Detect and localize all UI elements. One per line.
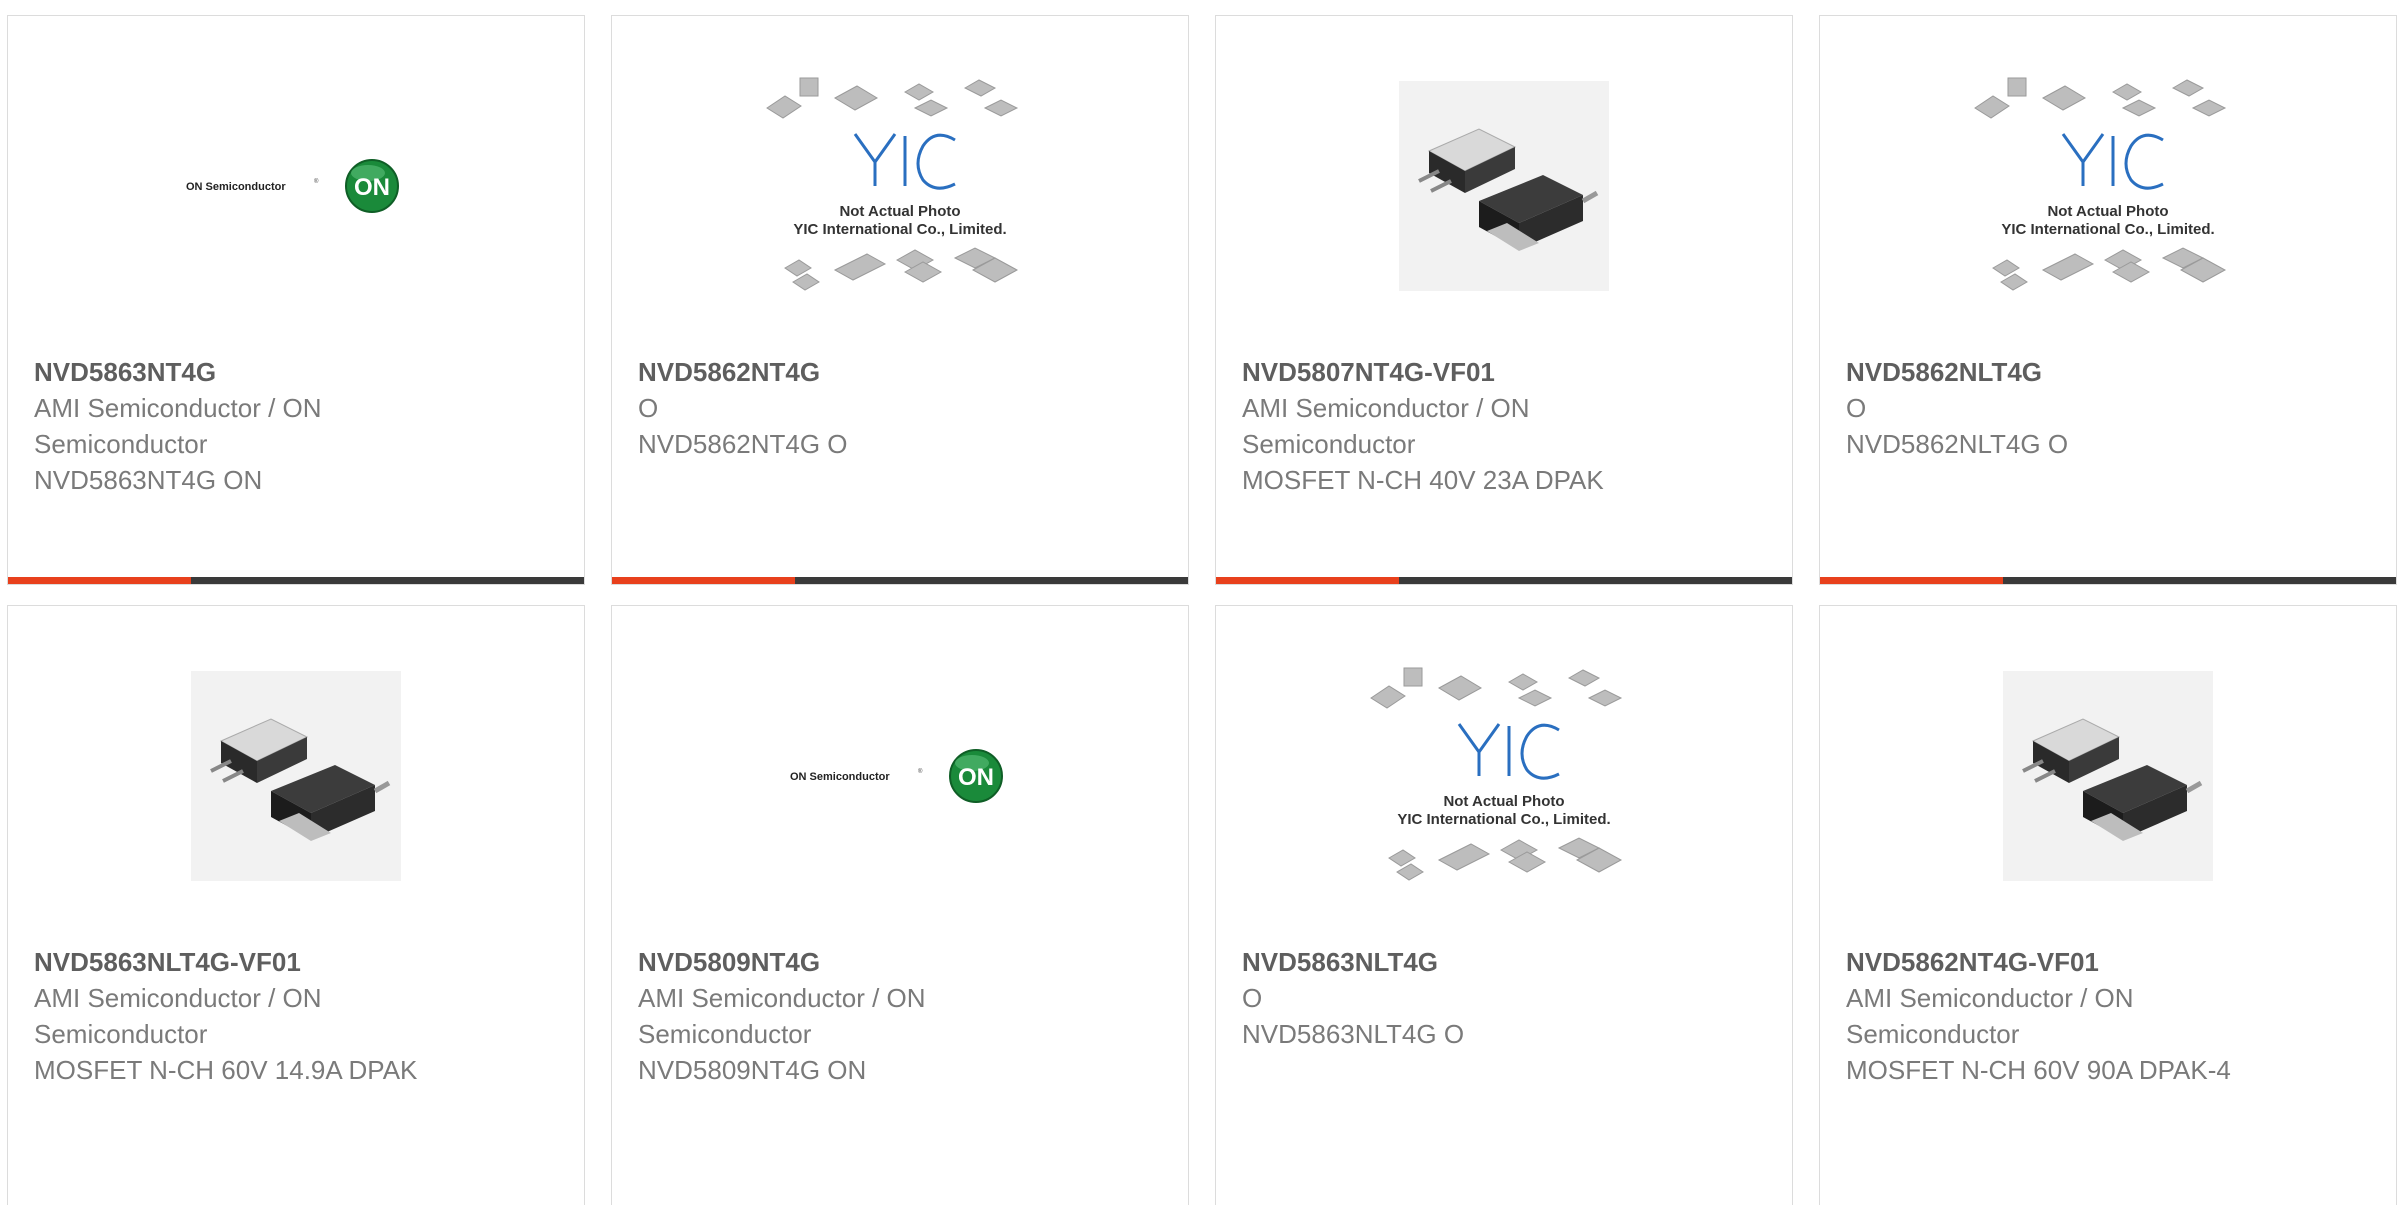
manufacturer: AMI Semiconductor / ON Semiconductor <box>1242 393 1530 459</box>
svg-text:ON: ON <box>958 764 994 791</box>
product-info: NVD5809NT4G AMI Semiconductor / ON Semic… <box>638 944 1168 1088</box>
on-semiconductor-logo: ON Semiconductor ® ON <box>186 159 399 213</box>
product-image[interactable]: Not Actual Photo YIC International Co., … <box>1820 16 2396 356</box>
description: NVD5862NT4G O <box>638 429 848 459</box>
manufacturer: AMI Semiconductor / ON Semiconductor <box>34 983 322 1049</box>
product-info: NVD5862NLT4G O NVD5862NLT4G O <box>1846 354 2376 462</box>
product-image[interactable]: Not Actual Photo YIC International Co., … <box>612 16 1188 356</box>
svg-text:Not Actual Photo: Not Actual Photo <box>1443 793 1564 810</box>
product-image[interactable]: Not Actual Photo YIC International Co., … <box>1216 606 1792 946</box>
part-number[interactable]: NVD5807NT4G-VF01 <box>1242 354 1772 390</box>
product-image[interactable]: ON Semiconductor ® ON <box>8 16 584 356</box>
manufacturer: O <box>1242 983 1263 1013</box>
svg-text:ON Semiconductor: ON Semiconductor <box>790 771 890 783</box>
description: NVD5863NT4G ON <box>34 465 263 495</box>
product-card[interactable]: NVD5862NT4G-VF01 AMI Semiconductor / ON … <box>1819 605 2397 1205</box>
part-number[interactable]: NVD5862NT4G <box>638 354 1168 390</box>
svg-text:Not Actual Photo: Not Actual Photo <box>2047 203 2168 220</box>
card-footer-bar <box>1820 577 2396 584</box>
card-footer-accent <box>8 577 191 584</box>
card-footer-bar <box>612 577 1188 584</box>
product-card[interactable]: ON Semiconductor ® ON NVD5863NT4G AMI Se… <box>7 15 585 585</box>
part-number[interactable]: NVD5862NT4G-VF01 <box>1846 944 2376 980</box>
part-number[interactable]: NVD5863NT4G <box>34 354 564 390</box>
part-number[interactable]: NVD5863NLT4G <box>1242 944 1772 980</box>
product-image[interactable] <box>1820 606 2396 946</box>
product-image[interactable] <box>1216 16 1792 356</box>
part-number[interactable]: NVD5809NT4G <box>638 944 1168 980</box>
yic-placeholder-image: Not Actual Photo YIC International Co., … <box>766 77 1019 291</box>
product-card[interactable]: Not Actual Photo YIC International Co., … <box>1819 15 2397 585</box>
card-footer-bar <box>1216 577 1792 584</box>
svg-text:YIC International Co., Limited: YIC International Co., Limited. <box>793 221 1006 238</box>
product-card[interactable]: ON Semiconductor ® ON NVD5809NT4G AMI Se… <box>611 605 1189 1205</box>
card-footer-bar <box>8 577 584 584</box>
product-image[interactable] <box>8 606 584 946</box>
description: NVD5862NLT4G O <box>1846 429 2069 459</box>
description: MOSFET N-CH 60V 14.9A DPAK <box>34 1055 418 1085</box>
svg-text:®: ® <box>314 178 319 185</box>
product-info: NVD5863NLT4G O NVD5863NLT4G O <box>1242 944 1772 1052</box>
manufacturer: AMI Semiconductor / ON Semiconductor <box>1846 983 2134 1049</box>
product-image[interactable]: ON Semiconductor ® ON <box>612 606 1188 946</box>
svg-text:YIC International Co., Limited: YIC International Co., Limited. <box>2001 221 2214 238</box>
part-number[interactable]: NVD5863NLT4G-VF01 <box>34 944 564 980</box>
dpak-package-image <box>1399 81 1609 291</box>
manufacturer: O <box>638 393 659 423</box>
description: NVD5809NT4G ON <box>638 1055 867 1085</box>
description: MOSFET N-CH 60V 90A DPAK-4 <box>1846 1055 2231 1085</box>
dpak-package-image <box>191 671 401 881</box>
yic-placeholder-image: Not Actual Photo YIC International Co., … <box>1370 667 1623 881</box>
manufacturer: AMI Semiconductor / ON Semiconductor <box>638 983 926 1049</box>
svg-text:YIC International Co., Limited: YIC International Co., Limited. <box>1397 811 1610 828</box>
on-semiconductor-logo: ON Semiconductor ® ON <box>790 749 1003 803</box>
description: NVD5863NLT4G O <box>1242 1019 1465 1049</box>
svg-text:Not Actual Photo: Not Actual Photo <box>839 203 960 220</box>
product-info: NVD5863NLT4G-VF01 AMI Semiconductor / ON… <box>34 944 564 1088</box>
product-grid: ON Semiconductor ® ON NVD5863NT4G AMI Se… <box>0 0 2400 1205</box>
card-footer-accent <box>1216 577 1399 584</box>
product-card[interactable]: NVD5863NLT4G-VF01 AMI Semiconductor / ON… <box>7 605 585 1205</box>
manufacturer: O <box>1846 393 1867 423</box>
card-footer-accent <box>1820 577 2003 584</box>
product-card[interactable]: Not Actual Photo YIC International Co., … <box>611 15 1189 585</box>
product-info: NVD5862NT4G O NVD5862NT4G O <box>638 354 1168 462</box>
product-info: NVD5863NT4G AMI Semiconductor / ON Semic… <box>34 354 564 498</box>
product-info: NVD5807NT4G-VF01 AMI Semiconductor / ON … <box>1242 354 1772 498</box>
dpak-package-image <box>2003 671 2213 881</box>
part-number[interactable]: NVD5862NLT4G <box>1846 354 2376 390</box>
card-footer-accent <box>612 577 795 584</box>
svg-text:®: ® <box>918 768 923 775</box>
yic-placeholder-image: Not Actual Photo YIC International Co., … <box>1974 77 2227 291</box>
product-card[interactable]: Not Actual Photo YIC International Co., … <box>1215 605 1793 1205</box>
svg-text:ON Semiconductor: ON Semiconductor <box>186 181 286 193</box>
product-info: NVD5862NT4G-VF01 AMI Semiconductor / ON … <box>1846 944 2376 1088</box>
svg-text:ON: ON <box>354 174 390 201</box>
product-card[interactable]: NVD5807NT4G-VF01 AMI Semiconductor / ON … <box>1215 15 1793 585</box>
manufacturer: AMI Semiconductor / ON Semiconductor <box>34 393 322 459</box>
description: MOSFET N-CH 40V 23A DPAK <box>1242 465 1604 495</box>
